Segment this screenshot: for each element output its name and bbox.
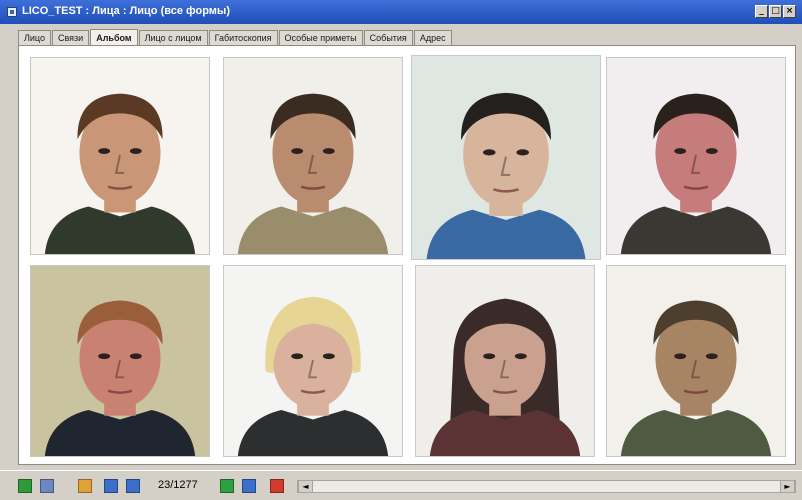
- refresh-icon[interactable]: [18, 479, 32, 493]
- photo-card[interactable]: [223, 265, 403, 457]
- portrait-photo: [416, 266, 594, 456]
- tab-address[interactable]: Адрес: [413, 30, 452, 45]
- tab-album[interactable]: Альбом: [90, 29, 138, 46]
- tab-face-to-face[interactable]: Лицо с лицом: [138, 30, 208, 45]
- right-eye: [516, 149, 529, 156]
- portrait-photo: [224, 266, 402, 456]
- photo-card[interactable]: [30, 265, 210, 457]
- right-eye: [322, 353, 335, 360]
- right-eye: [129, 148, 142, 155]
- delete-record-icon[interactable]: [270, 479, 284, 493]
- prev-record-icon[interactable]: [126, 479, 140, 493]
- photo-card-selected[interactable]: [411, 55, 601, 260]
- photo-card[interactable]: [30, 57, 210, 255]
- maximize-button[interactable]: □: [769, 5, 782, 18]
- tab-special-marks[interactable]: Особые приметы: [278, 30, 363, 45]
- right-eye: [514, 353, 527, 360]
- left-eye: [98, 353, 111, 360]
- left-eye: [674, 148, 687, 155]
- tab-habitoscopy[interactable]: Габитоскопия: [208, 30, 278, 45]
- right-eye: [705, 353, 718, 360]
- scroll-left-button[interactable]: ◄: [298, 481, 313, 492]
- tab-face[interactable]: Лицо: [18, 30, 51, 45]
- tab-links[interactable]: Связи: [52, 30, 90, 45]
- left-eye: [98, 148, 111, 155]
- close-button[interactable]: ×: [783, 5, 796, 18]
- app-icon: [7, 7, 17, 17]
- left-eye: [291, 148, 304, 155]
- record-counter: 23/1277: [158, 479, 198, 491]
- portrait-photo: [607, 58, 785, 254]
- left-eye: [674, 353, 687, 360]
- last-record-icon[interactable]: [242, 479, 256, 493]
- first-record-icon[interactable]: [104, 479, 118, 493]
- title-bar[interactable]: LICO_TEST : Лица : Лицо (все формы) _ □ …: [0, 0, 802, 24]
- horizontal-scrollbar[interactable]: ◄ ►: [297, 480, 796, 493]
- right-eye: [322, 148, 335, 155]
- portrait-photo: [31, 58, 209, 254]
- photo-card[interactable]: [606, 57, 786, 255]
- tab-events[interactable]: События: [363, 30, 413, 45]
- right-eye: [129, 353, 142, 360]
- photo-card[interactable]: [223, 57, 403, 255]
- next-record-icon[interactable]: [220, 479, 234, 493]
- folder-icon[interactable]: [78, 479, 92, 493]
- application-window: LICO_TEST : Лица : Лицо (все формы) _ □ …: [0, 0, 802, 500]
- tab-strip: Лицо Связи Альбом Лицо с лицом Габитоско…: [18, 28, 453, 46]
- left-eye: [291, 353, 304, 360]
- minimize-button[interactable]: _: [755, 5, 768, 18]
- photo-card[interactable]: [606, 265, 786, 457]
- window-title: LICO_TEST : Лица : Лицо (все формы): [22, 5, 230, 17]
- left-eye: [483, 353, 496, 360]
- portrait-photo: [412, 56, 600, 259]
- navigator-status-bar: 23/1277 ◄ ►: [0, 470, 802, 500]
- portrait-photo: [607, 266, 785, 456]
- left-eye: [483, 149, 496, 156]
- photo-card[interactable]: [415, 265, 595, 457]
- portrait-photo: [31, 266, 209, 456]
- tools-icon[interactable]: [40, 479, 54, 493]
- right-eye: [705, 148, 718, 155]
- window-controls: _ □ ×: [755, 5, 796, 18]
- scroll-right-button[interactable]: ►: [780, 481, 795, 492]
- photo-album-grid: [18, 45, 796, 465]
- portrait-photo: [224, 58, 402, 254]
